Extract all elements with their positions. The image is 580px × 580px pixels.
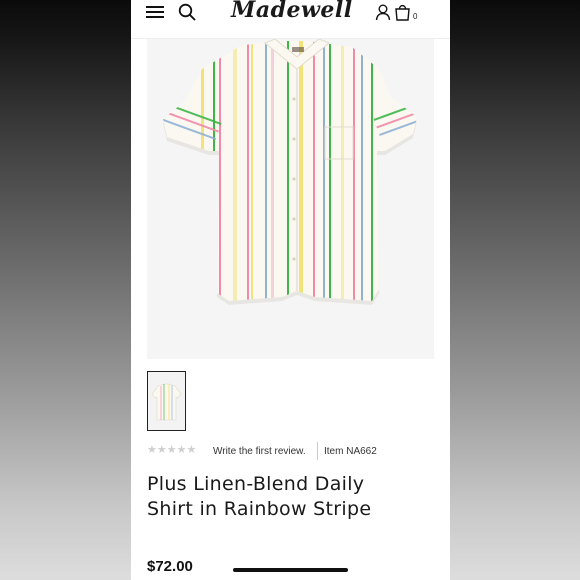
product-title-line2: Shirt in Rainbow Stripe: [147, 498, 372, 520]
product-title-line1: Plus Linen-Blend Daily: [147, 473, 365, 495]
account-icon[interactable]: [375, 4, 391, 21]
home-indicator[interactable]: [233, 568, 348, 572]
bag-count-badge: 0: [413, 12, 418, 21]
search-icon[interactable]: [178, 3, 196, 21]
brand-logo[interactable]: Madewell: [231, 0, 352, 26]
rating-stars[interactable]: ★★★★★: [147, 443, 196, 456]
phone-screen: Madewell 0 ★★★★★ Write the first review.…: [131, 0, 450, 580]
menu-icon[interactable]: [146, 4, 164, 20]
product-price: $72.00: [147, 558, 193, 575]
product-title: Plus Linen-Blend Daily Shirt in Rainbow …: [147, 472, 437, 522]
reviews-divider: [317, 442, 318, 460]
thumbnail-shirt-icon: [148, 372, 185, 430]
write-review-link[interactable]: Write the first review.: [213, 446, 306, 457]
bag-icon[interactable]: [394, 3, 411, 21]
item-number: Item NA662: [324, 446, 377, 457]
reviews-row: ★★★★★ Write the first review. Item NA662: [147, 442, 447, 460]
top-nav-bar: Madewell 0: [131, 0, 450, 39]
product-thumbnail[interactable]: [147, 371, 186, 431]
striped-shirt-illustration: [147, 38, 434, 359]
product-main-image[interactable]: [147, 38, 434, 359]
